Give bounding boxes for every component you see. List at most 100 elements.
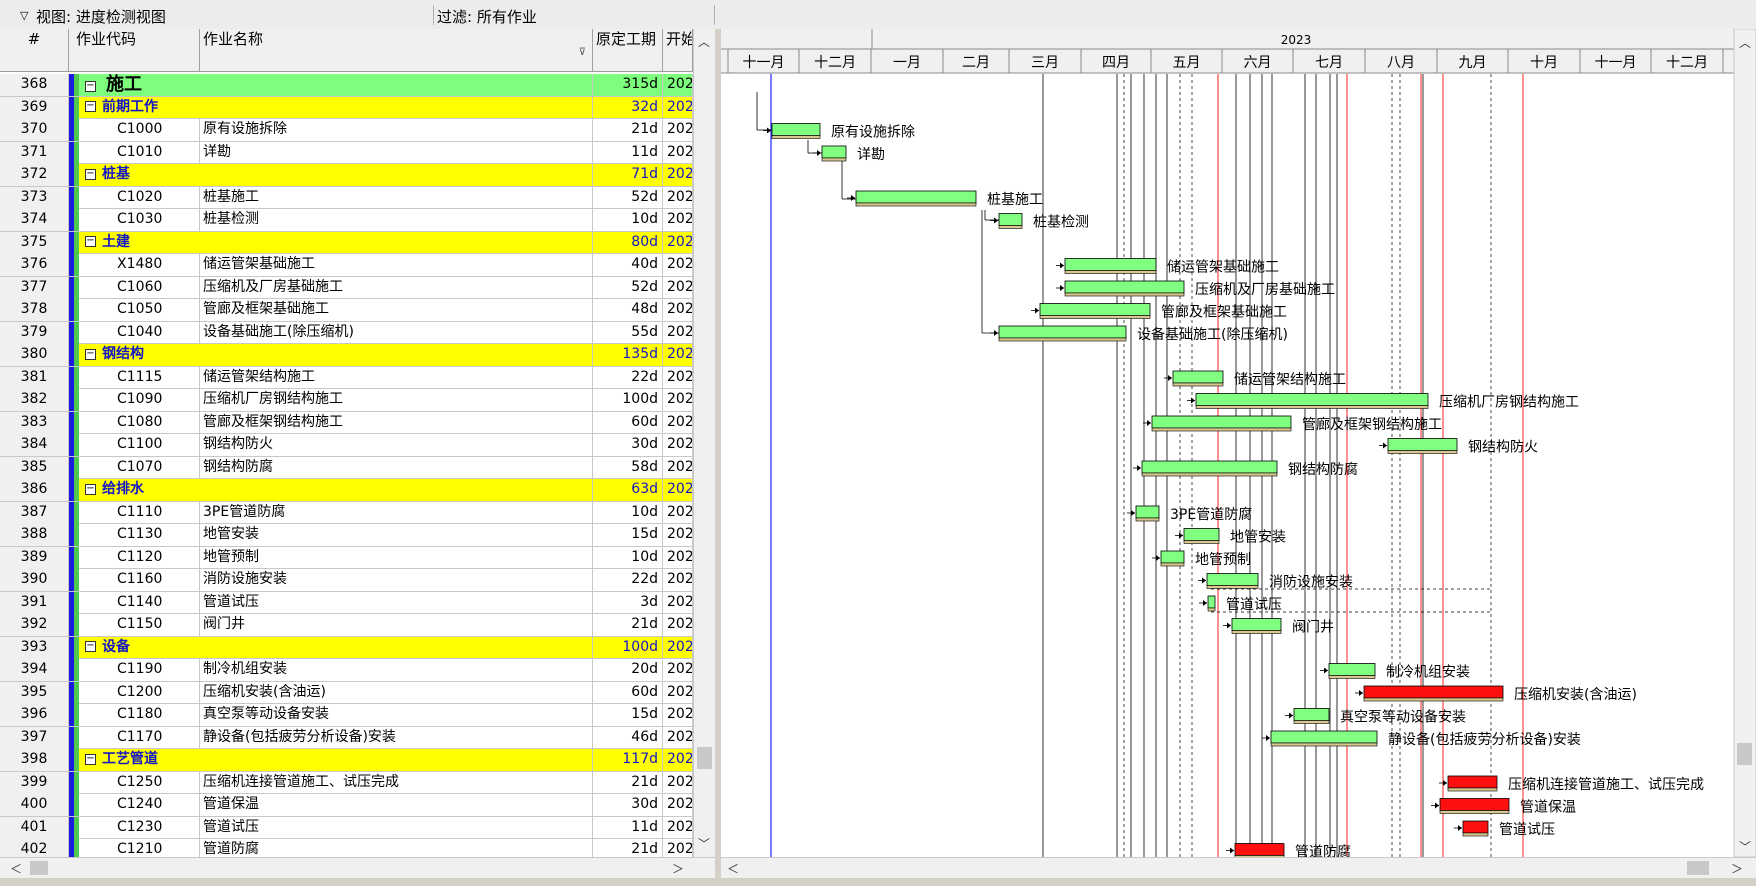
row-number: 396 [0,704,69,726]
gantt-horizontal-scrollbar[interactable]: ＜ ＞ [721,857,1756,879]
table-row[interactable]: 378 C1050 管廊及框架基础施工 48d 202 [0,299,693,322]
view-selector[interactable]: 视图: 进度检测视图 [36,6,166,27]
collapse-icon[interactable]: − [85,80,96,92]
table-row[interactable]: 370 C1000 原有设施拆除 21d 202 [0,119,693,142]
start-value: 202 [663,434,693,456]
table-row[interactable]: 388 C1130 地管安装 15d 202 [0,524,693,547]
table-row[interactable]: 384 C1100 钢结构防火 30d 202 [0,434,693,457]
activity-name: 压缩机连接管道施工、试压完成 [200,771,593,794]
table-row[interactable]: 392 C1150 阀门井 21d 202 [0,614,693,637]
table-row[interactable]: 397 C1170 静设备(包括疲劳分析设备)安装 46d 202 [0,726,693,749]
baseline-bar [1183,540,1220,544]
table-row[interactable]: 382 C1090 压缩机厂房钢结构施工 100d 202 [0,389,693,412]
collapse-icon[interactable]: − [85,753,96,765]
table-vertical-scrollbar[interactable]: ︿ ﹀ [693,29,715,857]
table-row[interactable]: 390 C1160 消防设施安装 22d 202 [0,569,693,592]
start-value: 202 [663,681,693,704]
table-row[interactable]: 377 C1060 压缩机及厂房基础施工 52d 202 [0,276,693,299]
start-value: 202 [663,636,693,659]
scroll-right-icon[interactable]: ＞ [1731,860,1743,877]
activity-bar-label: 设备基础施工(除压缩机) [1137,326,1288,343]
activity-bar-label: 静设备(包括疲劳分析设备)安装 [1388,731,1581,748]
activity-name: 原有设施拆除 [200,119,593,141]
activity-bar [1363,685,1504,699]
activity-bar [1141,460,1278,474]
table-row[interactable]: 374 C1030 桩基检测 10d 202 [0,209,693,232]
row-number: 380 [0,344,69,366]
start-value: 202 [663,186,693,209]
scroll-down-icon[interactable]: ﹀ [698,835,710,852]
row-number: 381 [0,366,69,389]
table-row[interactable]: 387 C1110 3PE管道防腐 10d 202 [0,501,693,524]
scrollbar-thumb[interactable] [1687,861,1709,875]
baseline-bar [1328,675,1376,679]
scroll-left-icon[interactable]: ＜ [727,860,739,877]
arrowhead-icon [1168,375,1172,381]
table-row[interactable]: 371 C1010 详勘 11d 202 [0,141,693,164]
wbs-group-row[interactable]: 375− 土建 80d 202 [0,231,693,254]
start-value: 202 [663,74,693,96]
row-number: 389 [0,546,69,569]
row-number: 384 [0,434,69,456]
wbs-group-row[interactable]: 368− 施工 315d 202 [0,74,693,97]
month-label: 四月 [1102,55,1130,71]
activity-name: 压缩机及厂房基础施工 [200,276,593,299]
table-row[interactable]: 399 C1250 压缩机连接管道施工、试压完成 21d 202 [0,771,693,794]
scrollbar-thumb[interactable] [30,861,48,875]
start-value: 202 [663,659,693,681]
wbs-group-row[interactable]: 386− 给排水 63d 202 [0,479,693,502]
collapse-icon[interactable]: − [85,348,96,360]
collapse-icon[interactable]: − [85,483,96,495]
table-row[interactable]: 401 C1230 管道试压 11d 202 [0,816,693,839]
row-number: 370 [0,119,69,141]
collapse-icon[interactable]: − [85,168,96,180]
table-row[interactable]: 396 C1180 真空泵等动设备安装 15d 202 [0,704,693,727]
scroll-right-icon[interactable]: ＞ [672,860,684,877]
month-label: 八月 [1387,55,1415,71]
table-row[interactable]: 395 C1200 压缩机安装(含油运) 60d 202 [0,681,693,704]
col-header-name[interactable]: 作业名称 ⊽ [200,29,593,71]
table-row[interactable]: 373 C1020 桩基施工 52d 202 [0,186,693,209]
col-header-duration[interactable]: 原定工期 [593,29,663,71]
table-row[interactable]: 376 X1480 储运管架基础施工 40d 202 [0,254,693,277]
col-header-name-label: 作业名称 [203,30,264,48]
activity-name: 储运管架基础施工 [200,254,593,276]
activity-code: C1120 [79,546,200,569]
scrollbar-thumb[interactable] [697,747,712,769]
duration-value: 46d [593,726,663,749]
row-number: 393 [0,636,69,659]
activity-bar [855,190,977,204]
table-row[interactable]: 394 C1190 制冷机组安装 20d 202 [0,659,693,682]
activity-name: 压缩机安装(含油运) [200,681,593,704]
table-row[interactable]: 379 C1040 设备基础施工(除压缩机) 55d 202 [0,321,693,344]
collapse-icon[interactable]: − [85,236,96,247]
activity-bar-label: 管道防腐 [1295,844,1351,858]
view-dropdown-icon[interactable]: ▽ [20,9,28,22]
wbs-name: 工艺管道 [102,751,158,767]
table-row[interactable]: 385 C1070 钢结构防腐 58d 202 [0,456,693,479]
col-header-code[interactable]: 作业代码 [69,29,200,71]
activity-bar [1172,370,1224,384]
scroll-up-icon[interactable]: ︿ [698,33,710,50]
table-horizontal-scrollbar[interactable]: ＜ ＞ [0,857,715,879]
scroll-left-icon[interactable]: ＜ [10,860,22,877]
activity-name: 管道试压 [200,816,593,839]
table-row[interactable]: 391 C1140 管道试压 3d 202 [0,591,693,614]
collapse-icon[interactable]: − [85,101,96,112]
table-row[interactable]: 402 C1210 管道防腐 21d 202 [0,839,693,857]
wbs-group-row[interactable]: 380− 钢结构 135d 202 [0,344,693,367]
table-row[interactable]: 381 C1115 储运管架结构施工 22d 202 [0,366,693,389]
wbs-group-row[interactable]: 372− 桩基 71d 202 [0,164,693,187]
wbs-group-row[interactable]: 369− 前期工作 32d 202 [0,96,693,119]
table-row[interactable]: 383 C1080 管廊及框架钢结构施工 60d 202 [0,411,693,434]
wbs-group-row[interactable]: 393− 设备 100d 202 [0,636,693,659]
table-row[interactable]: 389 C1120 地管预制 10d 202 [0,546,693,569]
filter-selector[interactable]: 过滤: 所有作业 [437,6,537,27]
collapse-icon[interactable]: − [85,641,96,652]
activity-code: C1150 [79,614,200,636]
table-row[interactable]: 400 C1240 管道保温 30d 202 [0,794,693,817]
gantt-chart: 2023 十一月 十二月 一月 二月 三月 四月 五月 六月 七月 八月 九月 十月 十一月 十二月 原有设施… [721,29,1756,878]
wbs-group-row[interactable]: 398− 工艺管道 117d 202 [0,749,693,772]
col-header-start[interactable]: 开始 [663,29,693,71]
col-header-num[interactable]: # [0,29,69,71]
